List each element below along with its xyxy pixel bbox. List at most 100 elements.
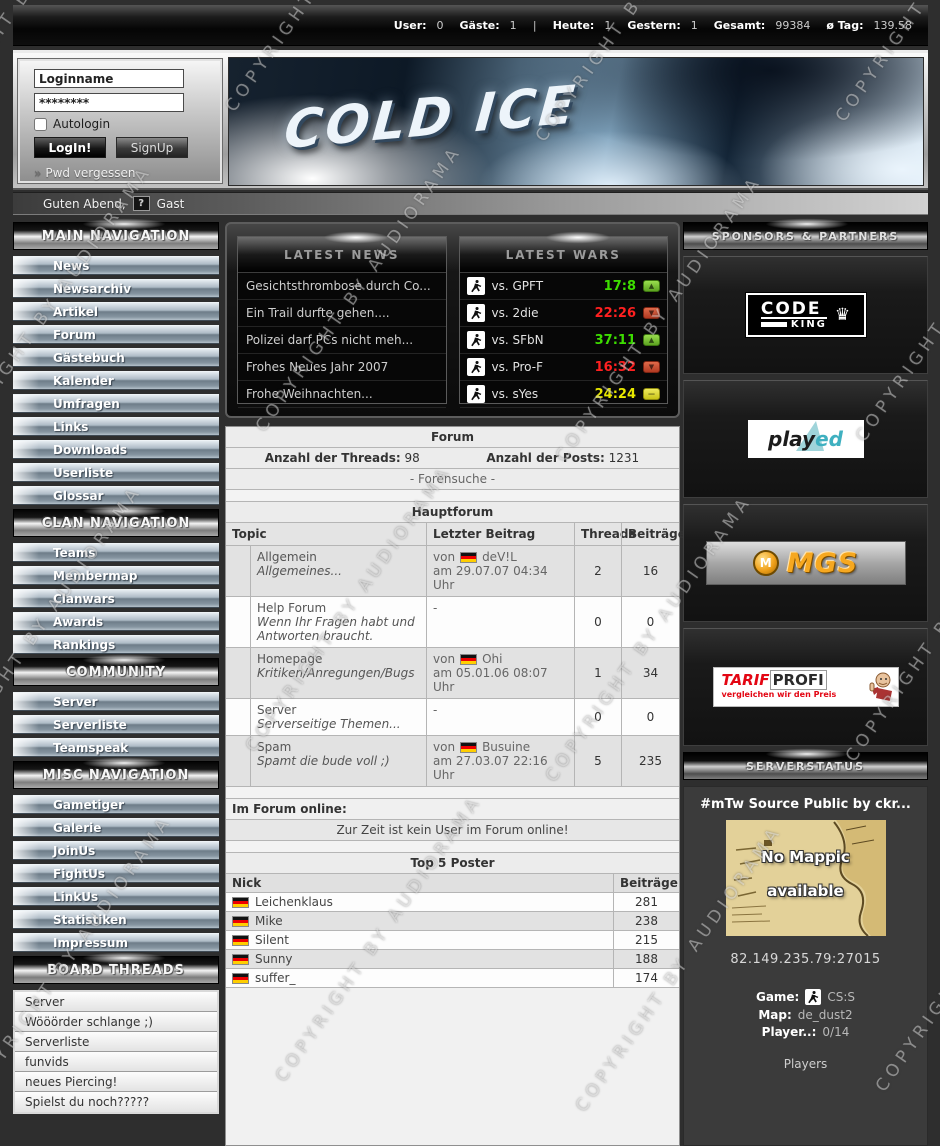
- signup-button[interactable]: SignUp: [116, 137, 188, 158]
- sponsor-played[interactable]: play ed: [683, 380, 928, 498]
- flare-highlight: [543, 231, 613, 244]
- poster-nick[interactable]: Leichenklaus: [255, 895, 333, 909]
- war-result-row[interactable]: vs. Pro-F 16:32 ▼: [460, 354, 668, 381]
- top5-row[interactable]: Silent 215: [226, 931, 679, 950]
- germany-flag-icon: [232, 935, 249, 946]
- poster-nick[interactable]: Mike: [255, 914, 283, 928]
- war-opponent: vs. SFbN: [492, 333, 544, 347]
- column-posts: Beiträge: [621, 523, 679, 545]
- sidebar-item-server[interactable]: Server: [13, 692, 219, 711]
- forum-row-allgemein[interactable]: AllgemeinAllgemeines... vondeV!Lam 29.07…: [226, 546, 679, 597]
- poster-count: 238: [613, 912, 679, 930]
- sponsor-mgs[interactable]: M MGS: [683, 504, 928, 622]
- page-header: Autologin LogIn! SignUp »Pwd vergessen C…: [13, 50, 928, 190]
- tarifprofi-logo: TARIFPROFI vergleichen wir den Preis: [713, 667, 899, 707]
- sidebar-item-impressum[interactable]: Impressum: [13, 933, 219, 952]
- sidebar-item-gaestebuch[interactable]: Gästebuch: [13, 348, 219, 367]
- sponsor-tarifprofi[interactable]: TARIFPROFI vergleichen wir den Preis: [683, 628, 928, 746]
- sidebar-item-linkus[interactable]: LinkUs: [13, 887, 219, 906]
- stats-separator: |: [533, 19, 537, 32]
- game-value: CS:S: [827, 990, 855, 1004]
- poster-nick[interactable]: Sunny: [255, 952, 293, 966]
- login-panel: Autologin LogIn! SignUp »Pwd vergessen: [17, 58, 223, 184]
- sidebar-item-fightus[interactable]: FightUs: [13, 864, 219, 883]
- autologin-checkbox[interactable]: [34, 118, 47, 131]
- sidebar-item-userliste[interactable]: Userliste: [13, 463, 219, 482]
- forum-row-server[interactable]: ServerServerseitige Themen... - 0 0: [226, 699, 679, 736]
- last-post-user[interactable]: Busuine: [482, 740, 530, 754]
- board-thread-link[interactable]: Spielst du noch?????: [15, 1092, 217, 1112]
- forum-desc: Allgemeines...: [257, 564, 420, 578]
- poster-count: 174: [613, 969, 679, 987]
- news-link[interactable]: Frohe Weihnachten...: [238, 381, 446, 408]
- news-link[interactable]: Gesichtsthrombose durch Co...: [238, 273, 446, 300]
- board-thread-link[interactable]: Wööörder schlange ;): [15, 1012, 217, 1032]
- war-result-row[interactable]: vs. SFbN 37:11 ▲: [460, 327, 668, 354]
- war-result-row[interactable]: vs. 2die 22:26 ▼: [460, 300, 668, 327]
- post-count: 235: [621, 736, 679, 786]
- clan-banner: COLD ICE: [228, 57, 924, 186]
- tarif-subtitle: vergleichen wir den Preis: [722, 690, 890, 699]
- forum-row-homepage[interactable]: HomepageKritiken/Anregungen/Bugs vonOhia…: [226, 648, 679, 699]
- forum-row-help[interactable]: Help ForumWenn Ihr Fragen habt und Antwo…: [226, 597, 679, 648]
- top5-row[interactable]: suffer_ 174: [226, 969, 679, 988]
- top5-header: Nick Beiträge: [226, 874, 679, 893]
- board-thread-link[interactable]: Serverliste: [15, 1032, 217, 1052]
- sidebar-item-clanwars[interactable]: Clanwars: [13, 589, 219, 608]
- greeting-user: Gast: [157, 197, 185, 211]
- sidebar-item-rankings[interactable]: Rankings: [13, 635, 219, 654]
- sidebar-item-kalender[interactable]: Kalender: [13, 371, 219, 390]
- forum-row-spam[interactable]: SpamSpamt die bude voll ;) vonBusuineam …: [226, 736, 679, 787]
- war-result-row[interactable]: vs. sYes 24:24 —: [460, 381, 668, 408]
- sponsor-codeking[interactable]: CODE KING ♛: [683, 256, 928, 374]
- last-post-user[interactable]: Ohi: [482, 652, 502, 666]
- yesterday-label: Gestern:: [627, 19, 680, 32]
- players-link[interactable]: Players: [684, 1057, 927, 1071]
- von-label: von: [433, 652, 455, 666]
- sidebar-item-umfragen[interactable]: Umfragen: [13, 394, 219, 413]
- sidebar-item-links[interactable]: Links: [13, 417, 219, 436]
- top5-row[interactable]: Sunny 188: [226, 950, 679, 969]
- war-result-row[interactable]: vs. GPFT 17:8 ▲: [460, 273, 668, 300]
- column-beitraege: Beiträge: [613, 874, 679, 892]
- sidebar-item-joinus[interactable]: JoinUs: [13, 841, 219, 860]
- news-link[interactable]: Frohes Neues Jahr 2007: [238, 354, 446, 381]
- sidebar-item-news[interactable]: News: [13, 256, 219, 275]
- top5-row[interactable]: Leichenklaus 281: [226, 893, 679, 912]
- sidebar-item-artikel[interactable]: Artikel: [13, 302, 219, 321]
- top5-row[interactable]: Mike 238: [226, 912, 679, 931]
- username-input[interactable]: [34, 69, 184, 88]
- news-link[interactable]: Polizei darf PCs nicht meh...: [238, 327, 446, 354]
- sidebar-item-teams[interactable]: Teams: [13, 543, 219, 562]
- poster-nick[interactable]: Silent: [255, 933, 289, 947]
- login-button[interactable]: LogIn!: [34, 137, 106, 158]
- password-input[interactable]: [34, 93, 184, 112]
- sidebar-item-downloads[interactable]: Downloads: [13, 440, 219, 459]
- sidebar-item-statistiken[interactable]: Statistiken: [13, 910, 219, 929]
- last-post-user[interactable]: deV!L: [482, 550, 517, 564]
- board-thread-link[interactable]: Server: [15, 992, 217, 1012]
- sidebar-item-serverliste[interactable]: Serverliste: [13, 715, 219, 734]
- news-link[interactable]: Ein Trail durfte gehen....: [238, 300, 446, 327]
- war-opponent: vs. 2die: [492, 306, 539, 320]
- sidebar-item-galerie[interactable]: Galerie: [13, 818, 219, 837]
- board-thread-link[interactable]: neues Piercing!: [15, 1072, 217, 1092]
- poster-nick[interactable]: suffer_: [255, 971, 295, 985]
- column-threads: Threads: [574, 523, 621, 545]
- sidebar-item-glossar[interactable]: Glossar: [13, 486, 219, 505]
- forum-online-message: Zur Zeit ist kein User im Forum online!: [226, 820, 679, 841]
- poster-count: 188: [613, 950, 679, 968]
- password-forgotten-link[interactable]: »Pwd vergessen: [34, 166, 222, 180]
- board-thread-link[interactable]: funvids: [15, 1052, 217, 1072]
- germany-flag-icon: [460, 742, 477, 753]
- sidebar-item-teamspeak[interactable]: Teamspeak: [13, 738, 219, 757]
- forum-search-link[interactable]: - Forensuche -: [226, 469, 679, 490]
- threads-count: 98: [405, 451, 420, 465]
- sidebar-item-newsarchiv[interactable]: Newsarchiv: [13, 279, 219, 298]
- played-text-teal: ed: [815, 427, 843, 451]
- sidebar-item-membermap[interactable]: Membermap: [13, 566, 219, 585]
- sidebar-item-awards[interactable]: Awards: [13, 612, 219, 631]
- server-ip: 82.149.235.79:27015: [684, 952, 927, 967]
- sidebar-item-gametiger[interactable]: Gametiger: [13, 795, 219, 814]
- sidebar-item-forum[interactable]: Forum: [13, 325, 219, 344]
